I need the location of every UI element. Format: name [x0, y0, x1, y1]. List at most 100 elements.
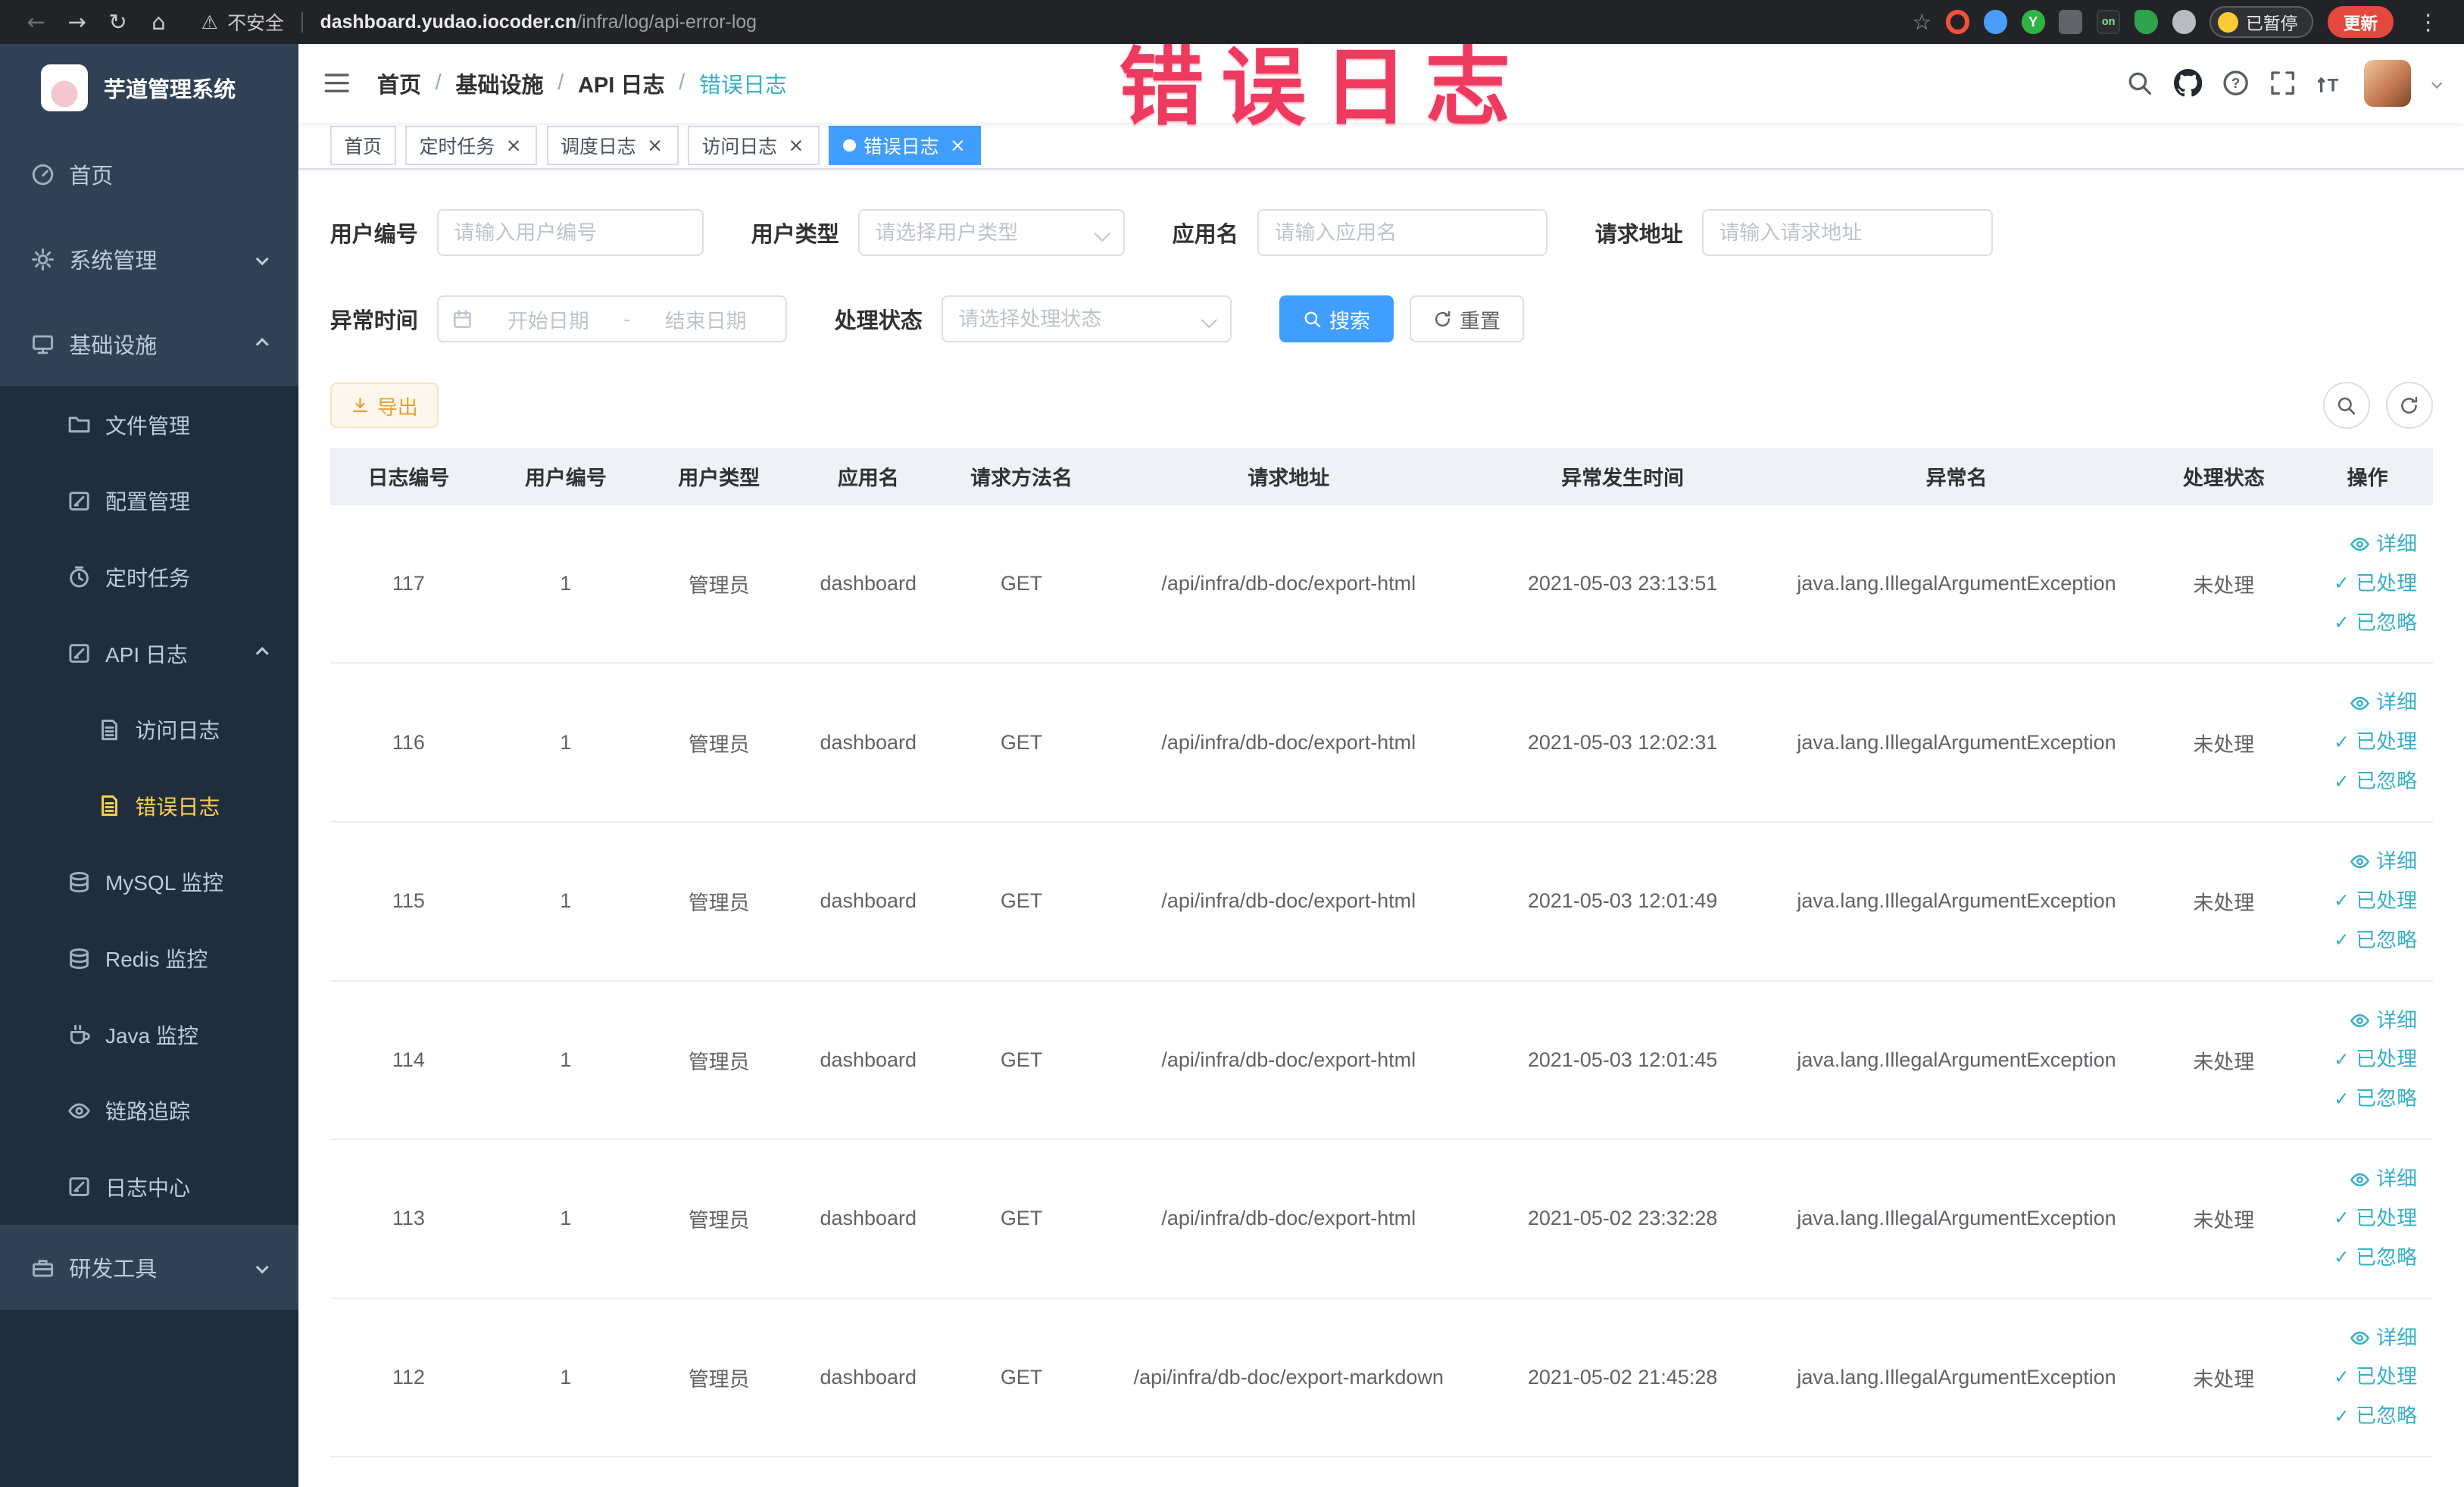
paw-icon[interactable]: [2172, 10, 2196, 34]
ignored-action-link[interactable]: ✓ 已忽略: [2309, 1239, 2417, 1278]
user-id-label: 用户编号: [329, 223, 418, 248]
sidebar-item-java-monitor[interactable]: Java 监控: [0, 996, 298, 1073]
sidebar-item-trace[interactable]: 链路追踪: [0, 1073, 298, 1149]
detail-action-link[interactable]: 详细: [2309, 525, 2417, 564]
range-separator: -: [623, 307, 631, 330]
processed-action-link[interactable]: ✓ 已处理: [2309, 1357, 2417, 1397]
yudao-extension-icon[interactable]: Y: [2021, 10, 2045, 34]
forward-icon[interactable]: →: [57, 9, 98, 35]
column-header-status: 处理状态: [2145, 448, 2303, 505]
close-icon[interactable]: ×: [504, 136, 523, 155]
paused-label: 已暂停: [2246, 13, 2298, 33]
request-url-input[interactable]: [1719, 220, 1975, 245]
github-icon[interactable]: [2173, 69, 2202, 97]
sidebar-item-system-management[interactable]: 系统管理: [0, 217, 299, 302]
detail-action-link[interactable]: 详细: [2309, 1001, 2417, 1041]
hide-search-button[interactable]: [2322, 382, 2370, 430]
sidebar-item-infrastructure[interactable]: 基础设施: [0, 301, 299, 387]
tab-schedule-log[interactable]: 调度日志 ×: [546, 126, 679, 165]
tab-error-log[interactable]: 错误日志 ×: [829, 126, 982, 165]
menu-dots-icon[interactable]: ⋮: [2408, 9, 2449, 35]
eye-icon: [2350, 1170, 2370, 1190]
process-status-select[interactable]: [958, 307, 1190, 331]
sidebar-item-dev-tools[interactable]: 研发工具: [0, 1225, 299, 1310]
sidebar-item-redis-monitor[interactable]: Redis 监控: [0, 920, 298, 997]
close-icon[interactable]: ×: [948, 136, 967, 155]
cell-exception: java.lang.IllegalArgumentException: [1768, 663, 2146, 823]
logo[interactable]: 芋道管理系统: [0, 44, 299, 133]
reset-button[interactable]: 重置: [1409, 295, 1525, 343]
processed-action-link[interactable]: ✓ 已处理: [2309, 723, 2417, 762]
processed-action-link[interactable]: ✓ 已处理: [2309, 1040, 2417, 1079]
close-icon[interactable]: ×: [787, 136, 806, 155]
user-type-select[interactable]: [875, 220, 1083, 245]
ignored-action-link[interactable]: ✓ 已忽略: [2309, 1397, 2417, 1436]
ignored-action-link[interactable]: ✓ 已忽略: [2309, 604, 2417, 643]
tab-home[interactable]: 首页: [329, 126, 396, 165]
hamburger-icon[interactable]: [322, 70, 351, 96]
sidebar-item-error-log[interactable]: 错误日志: [0, 768, 298, 845]
cell-status: 未处理: [2145, 504, 2303, 664]
detail-action-link[interactable]: 详细: [2309, 683, 2417, 723]
record-icon[interactable]: [1945, 10, 1970, 34]
search-icon[interactable]: [2126, 70, 2153, 96]
breadcrumb-home[interactable]: 首页: [377, 67, 421, 99]
sidebar-item-config-management[interactable]: 配置管理: [0, 463, 298, 539]
ignored-action-link[interactable]: ✓ 已忽略: [2309, 1079, 2417, 1119]
profile-chip[interactable]: 已暂停: [2209, 6, 2314, 38]
fullscreen-icon[interactable]: [2269, 70, 2296, 96]
tab-scheduled-tasks[interactable]: 定时任务 ×: [405, 126, 538, 165]
security-label[interactable]: 不安全: [227, 8, 284, 36]
close-icon[interactable]: ×: [645, 136, 664, 155]
sidebar-item-api-log[interactable]: API 日志: [0, 615, 298, 692]
drop-icon[interactable]: [1983, 10, 2007, 34]
sidebar-item-access-log[interactable]: 访问日志: [0, 692, 298, 768]
app-name-input[interactable]: [1274, 220, 1531, 245]
reload-icon[interactable]: ↻: [98, 9, 139, 35]
export-button[interactable]: 导出: [329, 383, 439, 429]
cell-log-id: 113: [329, 1139, 488, 1299]
update-button[interactable]: 更新: [2327, 6, 2394, 38]
cell-time: 2021-05-02 21:45:28: [1477, 1298, 1769, 1458]
sidebar-item-log-center[interactable]: 日志中心: [0, 1149, 298, 1226]
search-button[interactable]: 搜索: [1279, 295, 1394, 343]
processed-action-link[interactable]: ✓ 已处理: [2309, 882, 2417, 921]
ignored-action-link[interactable]: ✓ 已忽略: [2309, 762, 2417, 801]
question-icon[interactable]: ?: [2222, 70, 2249, 96]
puzzle-icon[interactable]: [2059, 10, 2083, 34]
breadcrumb-api-log[interactable]: API 日志: [578, 67, 665, 99]
star-icon[interactable]: ☆: [1912, 9, 1932, 35]
page-url[interactable]: dashboard.yudao.iocoder.cn/infra/log/api…: [320, 11, 757, 33]
refresh-icon: [1433, 310, 1452, 329]
sidebar-item-file-management[interactable]: 文件管理: [0, 386, 298, 463]
sidebar-item-home[interactable]: 首页: [0, 132, 299, 217]
check-icon: ✓: [2334, 1087, 2350, 1110]
sidebar-item-mysql-monitor[interactable]: MySQL 监控: [0, 844, 298, 920]
app: 芋道管理系统 首页 系统管理 基础设施 文件管理 配置管理 定时任务 API 日志 访问日志错…: [0, 44, 2464, 1487]
processed-action-link[interactable]: ✓ 已处理: [2309, 1199, 2417, 1239]
back-icon[interactable]: ←: [16, 9, 57, 35]
home-icon[interactable]: ⌂: [139, 9, 180, 35]
detail-action-link[interactable]: 详细: [2309, 1160, 2417, 1199]
leaf-icon[interactable]: [2134, 10, 2158, 34]
chevron-down-icon[interactable]: [2431, 77, 2443, 89]
cell-exception: java.lang.IllegalArgumentException: [1768, 1298, 2146, 1458]
detail-action-link[interactable]: 详细: [2309, 842, 2417, 882]
detail-action-link[interactable]: 详细: [2309, 1319, 2417, 1358]
cell-app-name: dashboard: [793, 1139, 943, 1299]
exception-time-range-picker[interactable]: 开始日期 - 结束日期: [436, 295, 788, 343]
address-bar[interactable]: ⚠ 不安全 dashboard.yudao.iocoder.cn/infra/l…: [201, 8, 757, 36]
font-size-icon[interactable]: T: [2316, 70, 2343, 96]
user-id-input[interactable]: [454, 220, 687, 245]
tab-access-log[interactable]: 访问日志 ×: [687, 126, 820, 165]
ignored-action-link[interactable]: ✓ 已忽略: [2309, 921, 2417, 961]
on-badge-icon[interactable]: on: [2097, 10, 2121, 34]
avatar[interactable]: [2363, 59, 2411, 108]
cell-log-id: 117: [329, 504, 488, 664]
breadcrumb-infrastructure[interactable]: 基础设施: [455, 67, 543, 99]
table-body: 117 1 管理员 dashboard GET/api/infra/db-doc/exp…: [329, 504, 2433, 1458]
refresh-table-button[interactable]: [2385, 382, 2433, 430]
column-header-url: 请求地址: [1100, 448, 1478, 505]
sidebar-item-scheduled-tasks[interactable]: 定时任务: [0, 539, 298, 616]
processed-action-link[interactable]: ✓ 已处理: [2309, 564, 2417, 604]
